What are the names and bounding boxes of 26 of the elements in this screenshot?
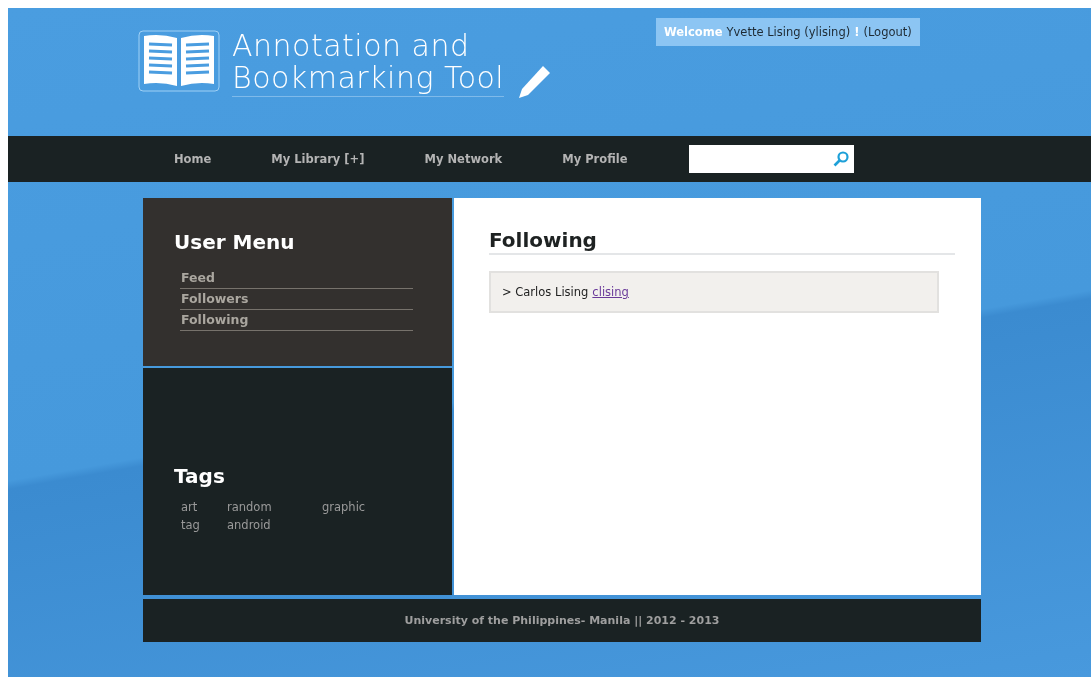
search-icon[interactable] xyxy=(833,151,850,167)
logout-link[interactable]: (Logout) xyxy=(863,25,912,39)
menu-link[interactable]: Feed xyxy=(180,268,413,289)
open-book-icon xyxy=(138,30,220,92)
user-name: Yvette Lising (ylising) xyxy=(726,25,851,39)
tag-link[interactable]: art xyxy=(181,500,227,514)
tag-link[interactable]: tag xyxy=(181,518,227,532)
exclamation-mark: ! xyxy=(854,25,860,39)
site-title: Annotation and Bookmarking Tool xyxy=(232,30,505,97)
menu-link[interactable]: Followers xyxy=(180,289,413,310)
nav-link[interactable]: My Network xyxy=(424,152,503,166)
panel-title: Tags xyxy=(174,464,226,488)
welcome-label: Welcome xyxy=(664,25,723,39)
nav-link[interactable]: My Profile xyxy=(562,152,628,166)
page-heading: Following xyxy=(489,228,955,255)
footer-text: University of the Philippines- Manila || 2012 - 2013 xyxy=(404,614,720,627)
tag-link[interactable]: graphic xyxy=(322,500,402,514)
tag-link[interactable]: random xyxy=(227,500,322,514)
nav-link[interactable]: My Library [+] xyxy=(271,152,365,166)
menu-link[interactable]: Following xyxy=(180,310,413,331)
pencil-icon xyxy=(516,64,553,100)
tag-link[interactable]: android xyxy=(227,518,322,532)
nav-link[interactable]: Home xyxy=(174,152,212,166)
username-link[interactable]: clising xyxy=(592,285,629,299)
panel-title: User Menu xyxy=(174,230,296,254)
entry-name: > Carlos Lising xyxy=(502,285,589,299)
